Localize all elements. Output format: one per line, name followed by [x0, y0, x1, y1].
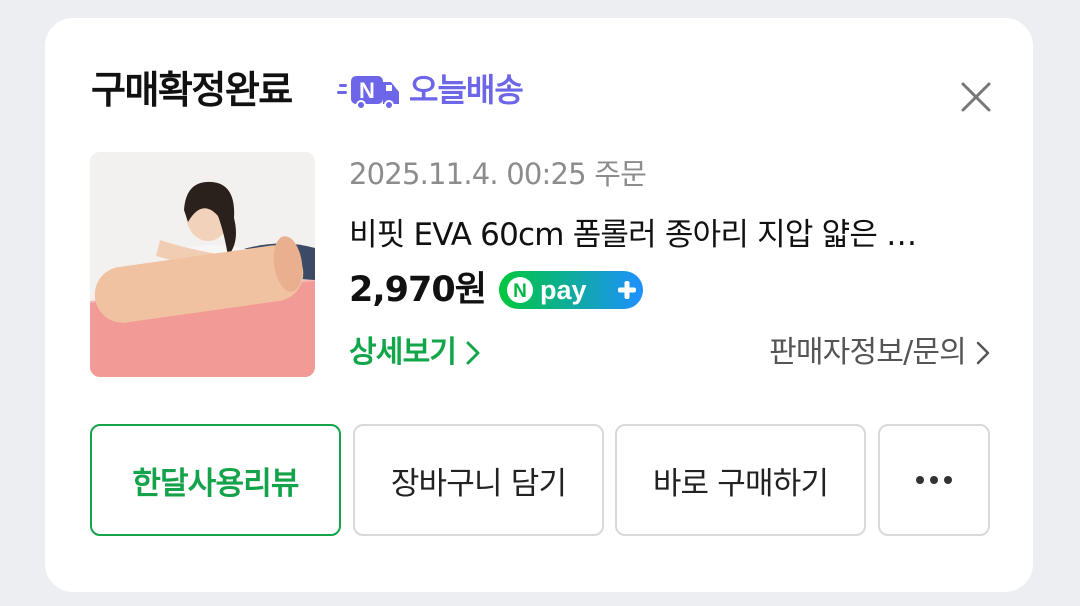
chevron-right-icon — [976, 341, 990, 365]
detail-view-label: 상세보기 — [349, 335, 457, 370]
product-image — [90, 152, 315, 377]
product-price: 2,970원 — [349, 270, 487, 310]
order-card: 구매확정완료 N 오늘배송 2025.11.4. 00:25 주문 비핏 EVA… — [45, 18, 1033, 592]
svg-text:pay: pay — [540, 275, 587, 305]
add-to-cart-button[interactable]: 장바구니 담기 — [353, 424, 604, 536]
more-options-button[interactable] — [878, 424, 990, 536]
seller-info-label: 판매자정보/문의 — [769, 335, 967, 370]
delivery-label: 오늘배송 — [409, 71, 524, 109]
product-thumbnail[interactable] — [90, 152, 315, 377]
today-delivery-badge: N 오늘배송 — [337, 70, 524, 110]
more-dots-icon — [916, 476, 952, 484]
order-status-title: 구매확정완료 — [91, 68, 293, 112]
detail-view-link[interactable]: 상세보기 — [349, 332, 480, 374]
svg-text:N: N — [359, 78, 375, 103]
npay-plus-badge: N pay — [498, 271, 643, 309]
svg-text:N: N — [513, 281, 527, 302]
chevron-right-icon — [466, 341, 480, 365]
buy-now-button[interactable]: 바로 구매하기 — [615, 424, 866, 536]
seller-info-link[interactable]: 판매자정보/문의 — [769, 332, 990, 374]
product-name[interactable]: 비핏 EVA 60cm 폼롤러 종아리 지압 얇은 … — [349, 214, 989, 256]
order-date: 2025.11.4. 00:25 주문 — [349, 157, 647, 191]
n-delivery-truck-icon: N — [337, 76, 399, 110]
close-icon[interactable] — [953, 74, 999, 120]
price-row: 2,970원 N pay — [349, 266, 644, 314]
monthly-review-button[interactable]: 한달사용리뷰 — [90, 424, 341, 536]
